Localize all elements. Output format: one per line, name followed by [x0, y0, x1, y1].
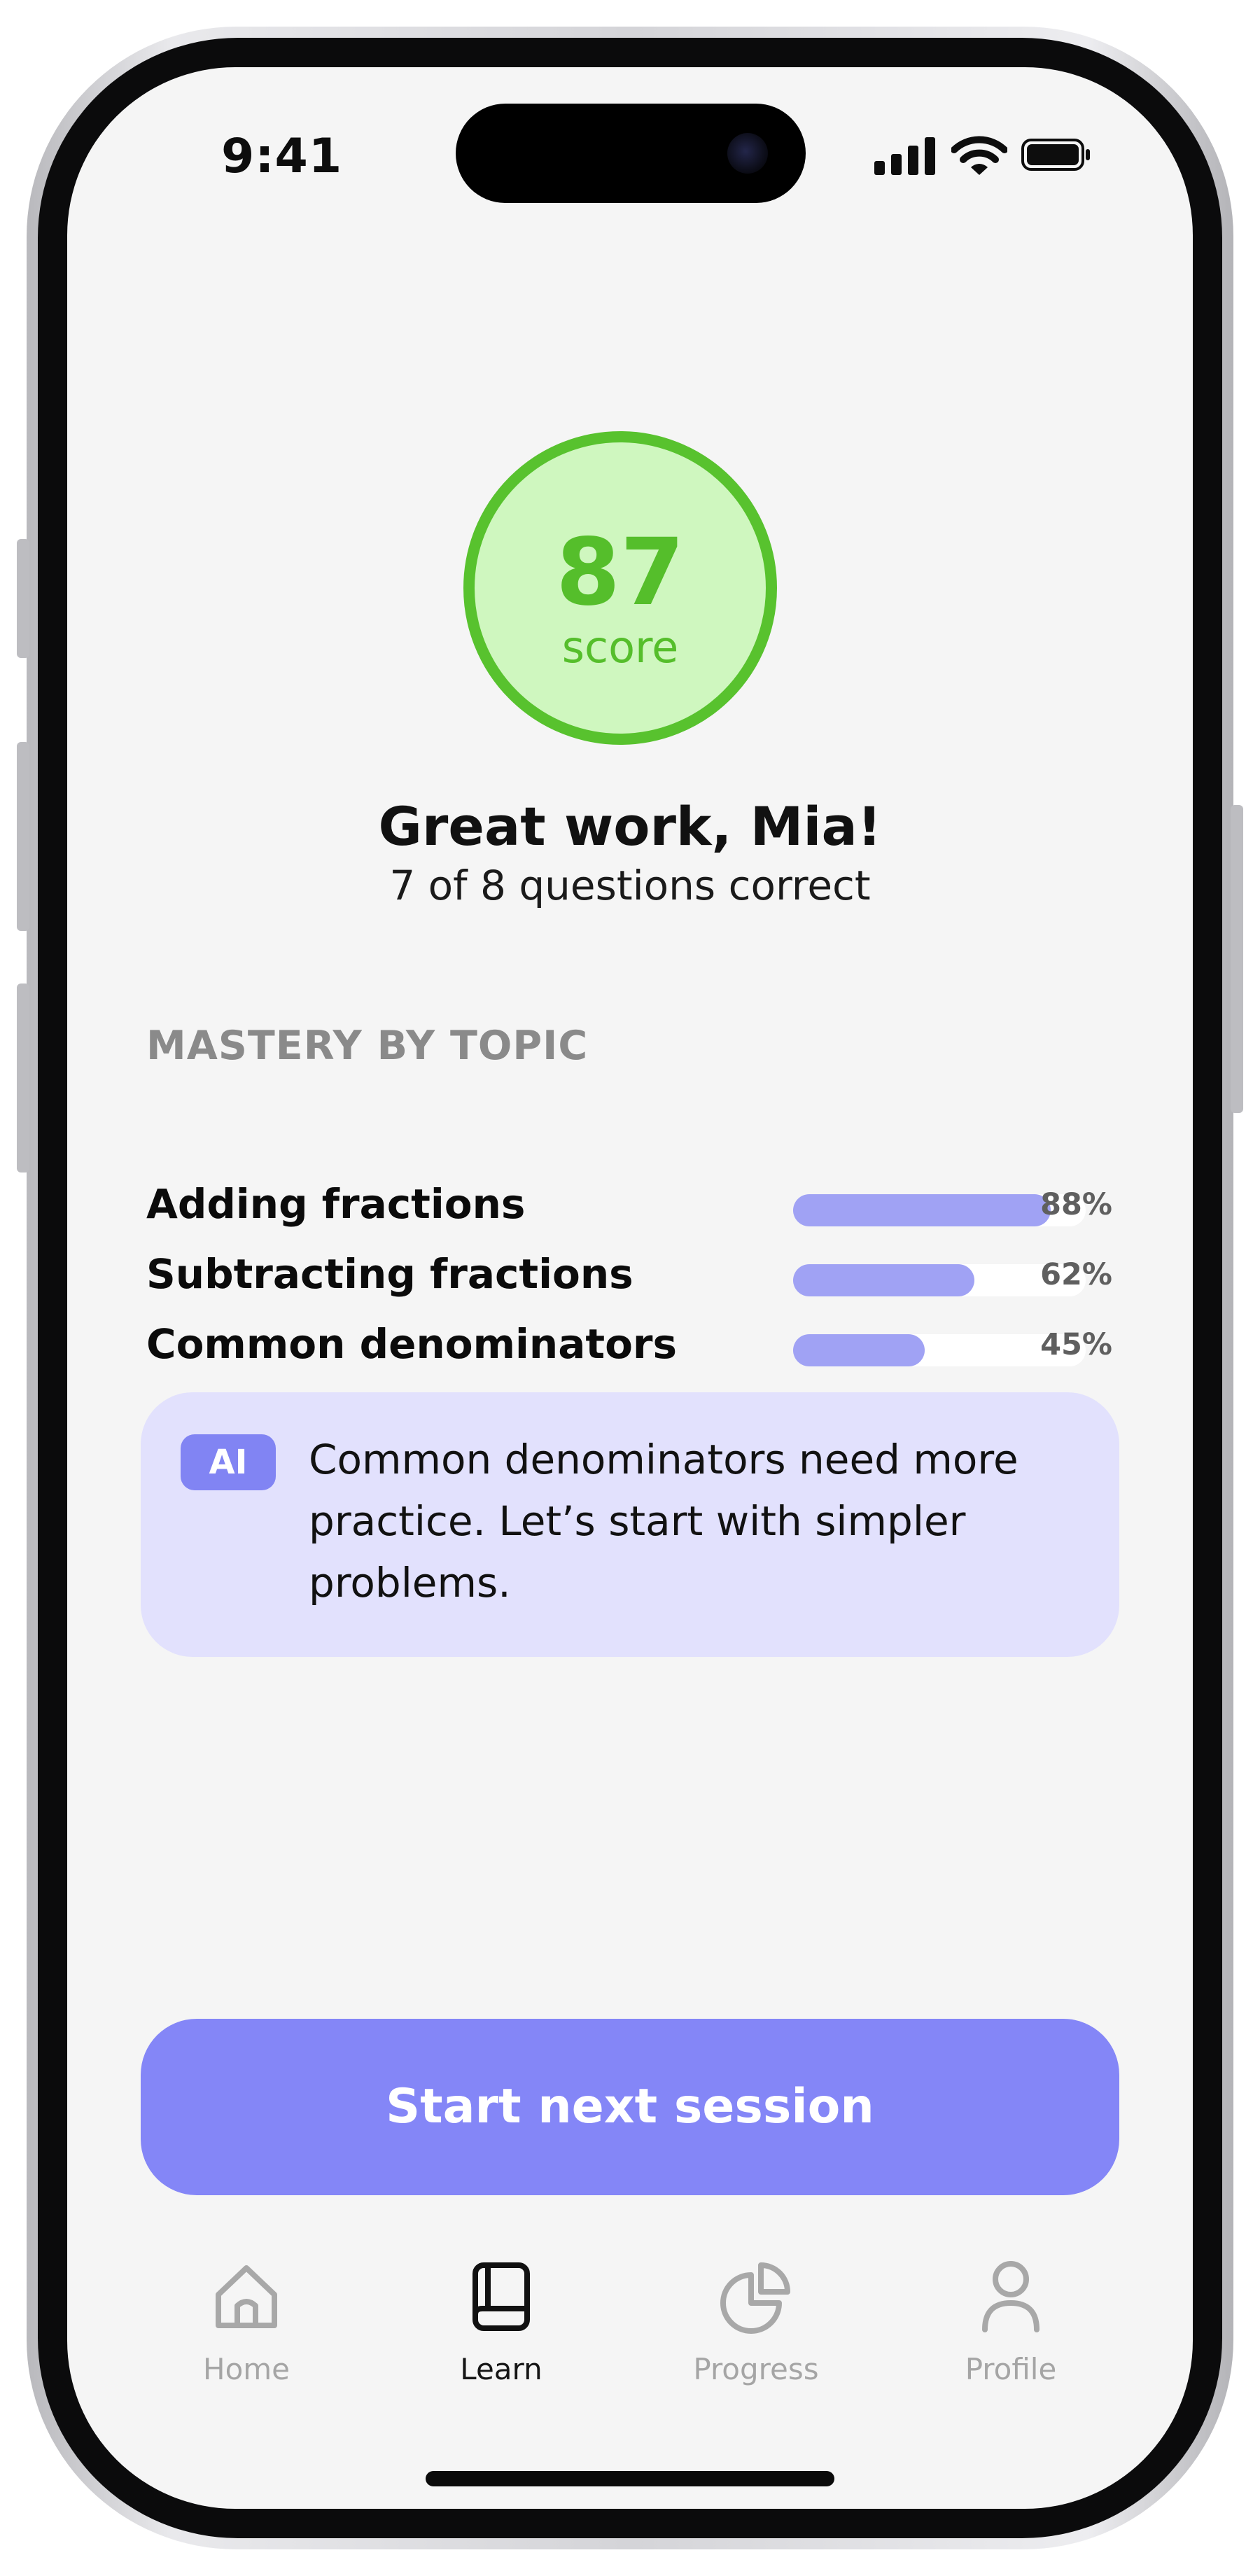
topic-row: Subtracting fractions 62% [146, 1250, 1112, 1306]
person-icon [982, 2261, 1040, 2332]
tab-profile[interactable]: Profile [906, 2258, 1116, 2419]
topic-percent: 62% [1040, 1257, 1112, 1292]
cellular-signal-icon [874, 136, 937, 175]
volume-down-button [17, 983, 29, 1172]
topic-row: Adding fractions 88% [146, 1180, 1112, 1236]
ai-tip-card: AI Common denominators need more practic… [141, 1392, 1119, 1657]
start-next-session-button[interactable]: Start next session [141, 2019, 1119, 2195]
topic-percent: 45% [1040, 1327, 1112, 1362]
result-headline: Great work, Mia! [378, 795, 882, 858]
topic-name: Subtracting fractions [146, 1250, 634, 1298]
tab-label: Home [202, 2352, 290, 2386]
mastery-progress-fill [793, 1334, 925, 1366]
score-value: 87 [556, 519, 685, 626]
power-button [1231, 805, 1243, 1113]
score-label: score [561, 622, 679, 673]
dynamic-island [456, 104, 806, 203]
ai-tip-text: Common denominators need more practice. … [309, 1436, 1018, 1606]
tab-progress[interactable]: Progress [651, 2258, 861, 2419]
tab-label: Learn [460, 2352, 542, 2386]
tab-learn[interactable]: Learn [396, 2258, 606, 2419]
mastery-progress-fill [793, 1194, 1051, 1226]
result-subline: 7 of 8 questions correct [389, 862, 871, 909]
status-time: 9:41 [221, 129, 343, 184]
tab-home[interactable]: Home [141, 2258, 351, 2419]
battery-icon [1021, 139, 1090, 171]
camera-icon [727, 133, 768, 174]
status-icons [874, 136, 1091, 178]
house-icon [216, 2265, 277, 2328]
mastery-progress-fill [793, 1264, 975, 1296]
home-indicator[interactable] [426, 2471, 834, 2486]
ai-badge: AI [181, 1434, 276, 1490]
volume-up-button [17, 742, 29, 931]
mastery-section-title: MASTERY BY TOPIC [146, 1023, 589, 1069]
pie-chart-icon [720, 2262, 790, 2334]
tab-label: Profile [965, 2352, 1057, 2386]
tab-label: Progress [693, 2352, 819, 2386]
book-icon [472, 2262, 530, 2331]
screen: 9:41 87 score Great work, Mia! 7 of 8 qu… [67, 67, 1193, 2509]
wifi-icon [951, 136, 1007, 175]
topic-row: Common denominators 45% [146, 1320, 1112, 1376]
tab-bar: Home Learn Progress Profile [67, 2258, 1193, 2419]
action-button [17, 539, 29, 658]
score-ring: 87 score [463, 431, 777, 745]
topic-name: Common denominators [146, 1320, 678, 1368]
topic-percent: 88% [1040, 1187, 1112, 1222]
topic-name: Adding fractions [146, 1180, 526, 1228]
